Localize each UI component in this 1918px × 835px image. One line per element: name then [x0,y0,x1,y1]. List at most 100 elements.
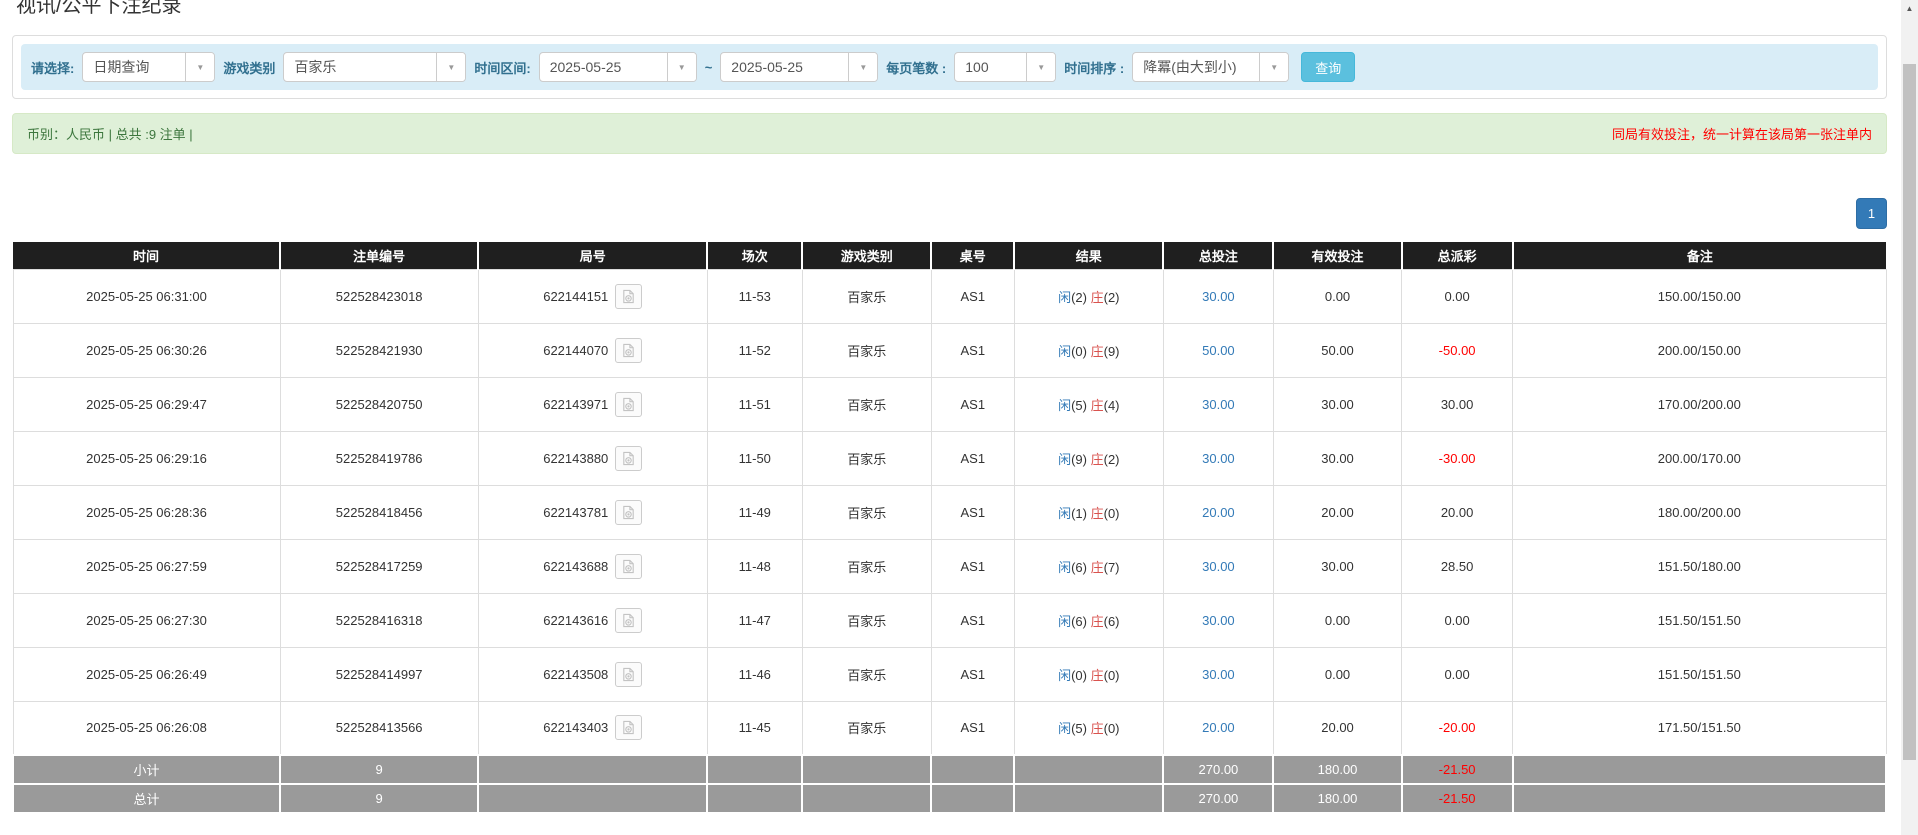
page-1-button[interactable]: 1 [1856,198,1887,229]
query-type-label: 请选择: [31,58,74,77]
valid-bet-cell: 30.00 [1273,539,1401,593]
subtotal-count: 9 [280,755,478,784]
bet-id-cell: 522528421930 [280,323,478,377]
payout-cell: 30.00 [1402,377,1513,431]
total-bet-link[interactable]: 30.00 [1163,539,1273,593]
session-cell: 11-50 [707,431,802,485]
round-id: 622144151 [543,289,608,304]
date-to-input[interactable]: 2025-05-25 ▼ [720,52,878,82]
banker-result-points: (0) [1104,668,1120,683]
video-file-icon [621,613,636,628]
video-replay-button[interactable] [615,554,642,579]
query-type-value: 日期查询 [83,53,185,81]
payout-cell: 20.00 [1402,485,1513,539]
search-button[interactable]: 查询 [1301,52,1355,82]
remark-cell: 200.00/170.00 [1513,431,1886,485]
round-cell: 622143971 [478,377,707,431]
remark-cell: 170.00/200.00 [1513,377,1886,431]
round-id: 622143688 [543,559,608,574]
col-result: 结果 [1014,242,1163,269]
player-result-points: (0) [1071,668,1087,683]
round-id: 622144070 [543,343,608,358]
video-replay-button[interactable] [615,608,642,633]
player-result-label: 闲 [1058,344,1071,359]
game-category-select[interactable]: 百家乐 ▼ [283,52,466,82]
round-id: 622143880 [543,451,608,466]
remark-cell: 180.00/200.00 [1513,485,1886,539]
payout-cell: -50.00 [1402,323,1513,377]
valid-bet-cell: 30.00 [1273,431,1401,485]
session-cell: 11-53 [707,269,802,323]
round-id: 622143616 [543,613,608,628]
vertical-scrollbar[interactable]: ▲ [1901,0,1918,835]
video-replay-button[interactable] [615,715,642,740]
player-result-points: (0) [1071,344,1087,359]
video-file-icon [621,720,636,735]
scrollbar-thumb[interactable] [1903,64,1916,760]
col-game: 游戏类别 [802,242,931,269]
table-body: 2025-05-25 06:31:00 522528423018 6221441… [13,269,1886,755]
video-file-icon [621,343,636,358]
table-no-cell: AS1 [931,323,1014,377]
summary-bar: 币别：人民币 | 总共 :9 注单 | 同局有效投注，统一计算在该局第一张注单内 [12,113,1887,154]
total-bet-link[interactable]: 30.00 [1163,377,1273,431]
total-bet-link[interactable]: 30.00 [1163,269,1273,323]
banker-result-label: 庄 [1091,721,1104,736]
video-replay-button[interactable] [615,500,642,525]
col-round: 局号 [478,242,707,269]
remark-cell: 200.00/150.00 [1513,323,1886,377]
subtotal-row: 小计 9 270.00 180.00 -21.50 [13,755,1886,784]
total-bet-link[interactable]: 30.00 [1163,647,1273,701]
time-sort-select[interactable]: 降冪(由大到小) ▼ [1132,52,1289,82]
per-page-label: 每页笔数 : [886,58,946,77]
total-bet-link[interactable]: 20.00 [1163,485,1273,539]
game-cell: 百家乐 [802,323,931,377]
video-replay-button[interactable] [615,338,642,363]
total-bet-link[interactable]: 30.00 [1163,431,1273,485]
video-file-icon [621,289,636,304]
round-cell: 622143403 [478,701,707,755]
banker-result-label: 庄 [1091,398,1104,413]
col-table-no: 桌号 [931,242,1014,269]
video-file-icon [621,397,636,412]
session-cell: 11-45 [707,701,802,755]
player-result-points: (2) [1071,290,1087,305]
col-valid-bet: 有效投注 [1273,242,1401,269]
table-no-cell: AS1 [931,539,1014,593]
banker-result-points: (0) [1104,721,1120,736]
banker-result-label: 庄 [1091,452,1104,467]
chevron-down-icon: ▼ [848,53,877,81]
valid-bet-cell: 30.00 [1273,377,1401,431]
round-cell: 622143508 [478,647,707,701]
video-replay-button[interactable] [615,392,642,417]
result-cell: 闲(5) 庄(0) [1014,701,1163,755]
remark-cell: 151.50/151.50 [1513,593,1886,647]
table-row: 2025-05-25 06:29:47 522528420750 6221439… [13,377,1886,431]
total-bet-link[interactable]: 20.00 [1163,701,1273,755]
date-from-input[interactable]: 2025-05-25 ▼ [539,52,697,82]
video-replay-button[interactable] [615,662,642,687]
video-replay-button[interactable] [615,284,642,309]
time-cell: 2025-05-25 06:26:49 [13,647,280,701]
video-replay-button[interactable] [615,446,642,471]
game-cell: 百家乐 [802,593,931,647]
scroll-up-icon[interactable]: ▲ [1901,0,1918,17]
player-result-points: (5) [1071,398,1087,413]
round-id: 622143781 [543,505,608,520]
total-bet-link[interactable]: 30.00 [1163,593,1273,647]
banker-result-label: 庄 [1091,560,1104,575]
player-result-label: 闲 [1058,452,1071,467]
query-type-select[interactable]: 日期查询 ▼ [82,52,215,82]
chevron-down-icon: ▼ [185,53,214,81]
per-page-select[interactable]: 100 ▼ [954,52,1056,82]
round-cell: 622143880 [478,431,707,485]
time-cell: 2025-05-25 06:27:59 [13,539,280,593]
total-payout: -21.50 [1402,784,1513,813]
col-payout: 总派彩 [1402,242,1513,269]
table-row: 2025-05-25 06:27:30 522528416318 6221436… [13,593,1886,647]
filter-bar: 请选择: 日期查询 ▼ 游戏类别 百家乐 ▼ 时间区间: 2025-05-25 … [21,44,1878,90]
player-result-points: (1) [1071,506,1087,521]
banker-result-label: 庄 [1091,506,1104,521]
round-id: 622143971 [543,397,608,412]
total-bet-link[interactable]: 50.00 [1163,323,1273,377]
